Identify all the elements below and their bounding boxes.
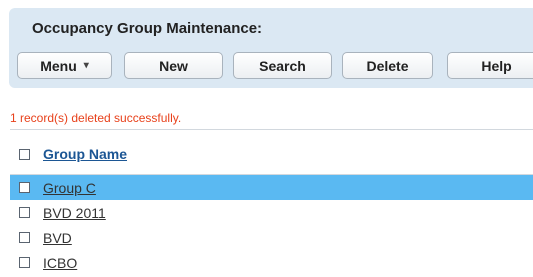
table-row[interactable]: BVD	[10, 225, 533, 250]
chevron-down-icon: ▾	[83, 60, 89, 71]
row-checkbox[interactable]	[19, 182, 30, 193]
grid-header-row: Group Name	[10, 130, 533, 175]
select-all-checkbox[interactable]	[19, 148, 30, 160]
results-grid: Group Name Group C BVD 2011 BVD ICBO	[10, 129, 533, 275]
delete-button[interactable]: Delete	[342, 52, 433, 79]
table-row[interactable]: ICBO	[10, 250, 533, 275]
menu-button-label: Menu	[40, 57, 77, 74]
status-message: 1 record(s) deleted successfully.	[10, 111, 182, 125]
column-header-group-name[interactable]: Group Name	[43, 146, 127, 162]
table-row[interactable]: Group C	[10, 175, 533, 200]
table-row[interactable]: BVD 2011	[10, 200, 533, 225]
group-name-link[interactable]: BVD	[43, 230, 72, 246]
group-name-link[interactable]: ICBO	[43, 255, 77, 271]
row-checkbox[interactable]	[19, 257, 30, 268]
group-name-link[interactable]: BVD 2011	[43, 205, 106, 221]
help-button[interactable]: Help	[447, 52, 533, 79]
group-name-link[interactable]: Group C	[43, 180, 96, 196]
search-button[interactable]: Search	[233, 52, 332, 79]
menu-button[interactable]: Menu ▾	[17, 52, 112, 79]
row-checkbox[interactable]	[19, 232, 30, 243]
row-checkbox[interactable]	[19, 207, 30, 218]
new-button[interactable]: New	[124, 52, 223, 79]
page-title: Occupancy Group Maintenance:	[32, 20, 263, 37]
